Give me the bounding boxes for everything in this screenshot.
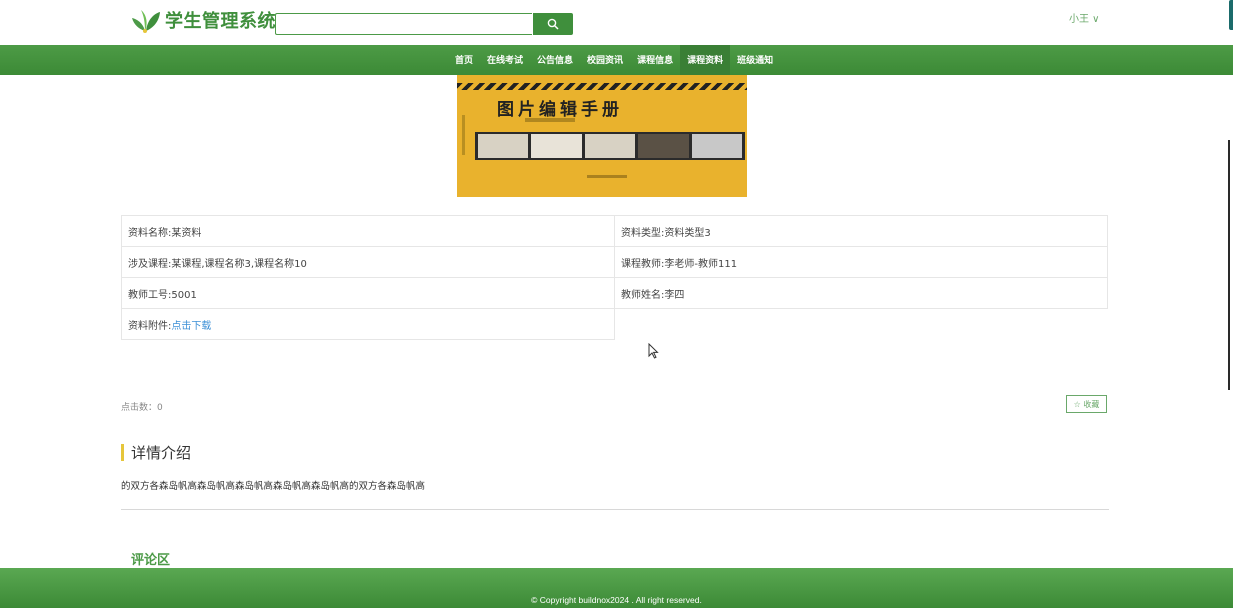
cover-thumb: [478, 134, 529, 158]
search-icon: [547, 18, 559, 30]
footer: © Copyright buildnox2024 . All right res…: [0, 568, 1233, 608]
cover-thumb: [584, 134, 636, 158]
cover-thumb: [691, 134, 743, 158]
click-count: 点击数：0: [121, 403, 163, 413]
teacher-id: 教师工号:5001: [121, 277, 615, 309]
detail-section-header: 详情介绍: [121, 442, 191, 463]
scrollbar[interactable]: [1228, 140, 1230, 390]
cover-stripe: [457, 83, 747, 90]
nav-items: 首页 在线考试 公告信息 校园资讯 课程信息 课程资料 班级通知: [448, 45, 780, 75]
nav-item-announcements[interactable]: 公告信息: [530, 45, 580, 75]
top-header: 学生管理系统 小王 ∨: [0, 0, 1233, 45]
divider: [121, 509, 1109, 510]
attachment-cell: 资料附件:点击下载: [121, 308, 615, 340]
download-link[interactable]: 点击下载: [171, 321, 211, 332]
cover-title: 图片编辑手册: [497, 100, 623, 120]
user-menu[interactable]: 小王 ∨: [1069, 10, 1100, 25]
favorite-button[interactable]: ☆ 收藏: [1066, 395, 1107, 413]
section-accent-bar: [121, 444, 124, 461]
cover-spine-text: [462, 115, 465, 155]
material-type: 资料类型:资料类型3: [614, 215, 1108, 247]
cover-thumb: [638, 134, 689, 158]
cover-photo-strip: [475, 132, 745, 160]
search-input[interactable]: [275, 13, 532, 35]
cover-thumb: [531, 134, 582, 158]
table-row: 涉及课程:某课程,课程名称3,课程名称10 课程教师:李老师-教师111: [121, 246, 1108, 278]
cover-subtitle-line: [525, 118, 575, 122]
nav-item-course-materials[interactable]: 课程资料: [680, 45, 731, 75]
nav-item-class-notice[interactable]: 班级通知: [730, 45, 780, 75]
mouse-cursor-icon: [648, 343, 659, 359]
nav-item-home[interactable]: 首页: [448, 45, 480, 75]
leaf-logo-icon: [132, 10, 160, 33]
main-nav: 首页 在线考试 公告信息 校园资讯 课程信息 课程资料 班级通知: [0, 45, 1233, 75]
course-teacher: 课程教师:李老师-教师111: [614, 246, 1108, 278]
search-button[interactable]: [533, 13, 573, 35]
empty-cell: [614, 308, 1108, 340]
related-courses: 涉及课程:某课程,课程名称3,课程名称10: [121, 246, 615, 278]
table-row: 教师工号:5001 教师姓名:李四: [121, 277, 1108, 309]
cover-publisher-mark: [587, 175, 627, 178]
window-edge-tab: [1229, 0, 1233, 30]
detail-content: 的双方各森岛帆高森岛帆高森岛帆高森岛帆高森岛帆高的双方各森岛帆高: [121, 481, 426, 492]
material-name: 资料名称:某资料: [121, 215, 615, 247]
teacher-name: 教师姓名:李四: [614, 277, 1108, 309]
nav-item-campus-news[interactable]: 校园资讯: [580, 45, 630, 75]
nav-item-online-exam[interactable]: 在线考试: [480, 45, 530, 75]
material-info-table: 资料名称:某资料 资料类型:资料类型3 涉及课程:某课程,课程名称3,课程名称1…: [121, 215, 1108, 340]
nav-item-course-info[interactable]: 课程信息: [630, 45, 680, 75]
material-cover-image: 图片编辑手册: [457, 75, 747, 197]
attachment-label: 资料附件:: [128, 320, 172, 332]
logo[interactable]: 学生管理系统: [131, 7, 276, 33]
comment-section-title: 评论区: [131, 553, 171, 568]
site-title: 学生管理系统: [165, 11, 276, 32]
detail-title: 详情介绍: [131, 444, 192, 462]
table-row: 资料附件:点击下载: [121, 308, 1108, 340]
table-row: 资料名称:某资料 资料类型:资料类型3: [121, 215, 1108, 247]
copyright-text: © Copyright buildnox2024 . All right res…: [531, 595, 702, 605]
